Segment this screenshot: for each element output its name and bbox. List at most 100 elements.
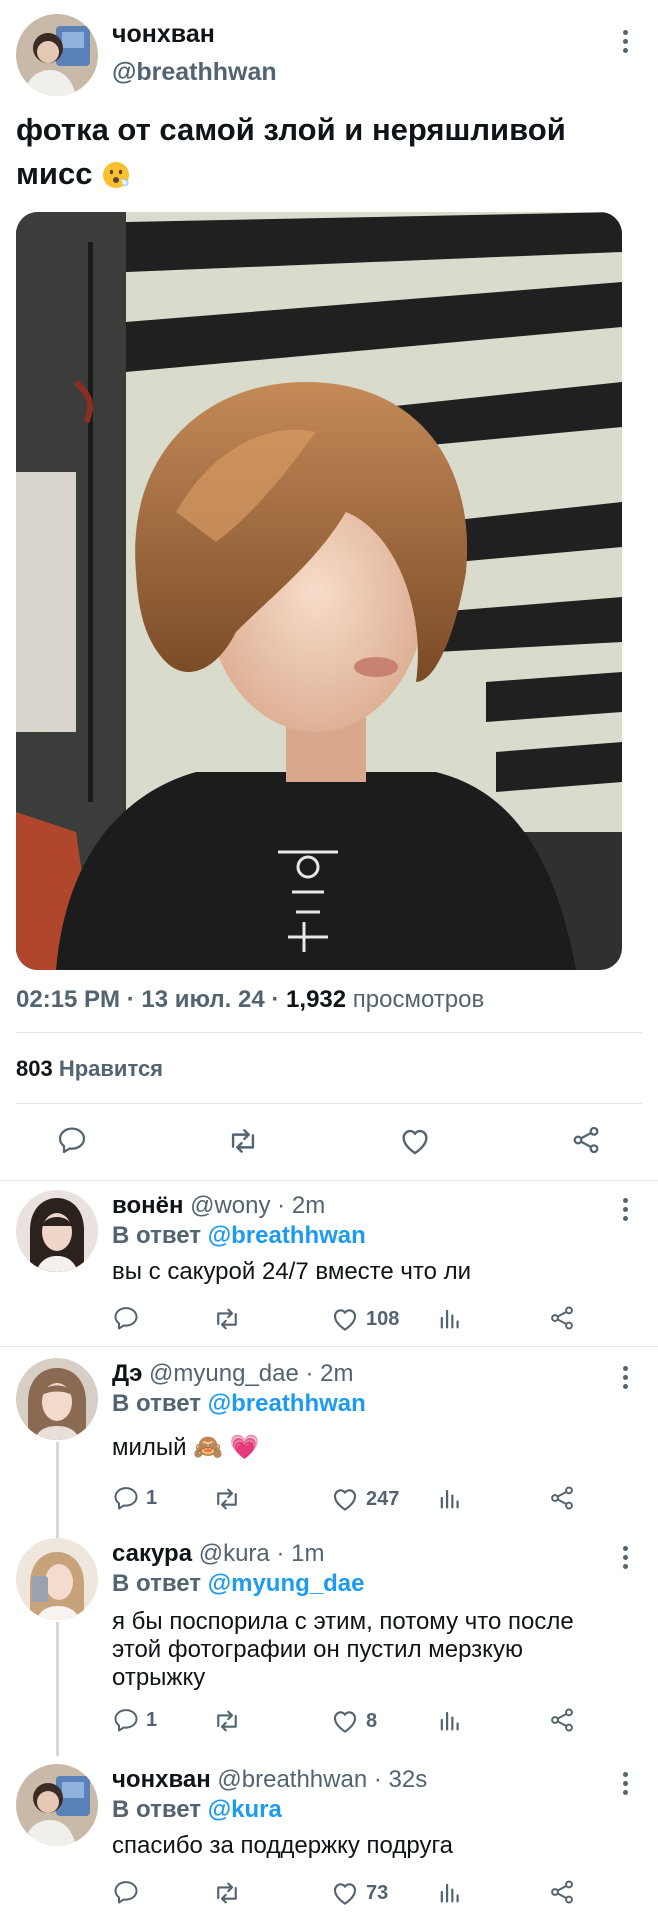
views-label: просмотров bbox=[352, 986, 485, 1013]
retweet-icon bbox=[212, 1304, 242, 1334]
stats-icon bbox=[436, 1304, 464, 1332]
reply-author-handle[interactable]: @wony bbox=[190, 1192, 270, 1219]
like-button[interactable]: 8 bbox=[330, 1706, 377, 1736]
share-icon bbox=[548, 1878, 576, 1906]
reply-tweet[interactable]: Дэ @myung_dae · 2m В ответ @breathhwan м… bbox=[0, 1356, 658, 1524]
reply-button[interactable] bbox=[112, 1304, 146, 1332]
reply-action-bar: 108 bbox=[112, 1304, 582, 1336]
reply-button[interactable]: 1 bbox=[112, 1484, 157, 1512]
replying-to-handle[interactable]: @breathhwan bbox=[208, 1222, 366, 1249]
more-options-icon[interactable] bbox=[620, 1772, 630, 1795]
monkey-heart-emoji: 🙈 💗 bbox=[193, 1434, 260, 1461]
stats-icon bbox=[436, 1484, 464, 1512]
share-icon bbox=[548, 1706, 576, 1734]
reply-author-handle[interactable]: @myung_dae bbox=[149, 1360, 299, 1387]
reply-header: чонхван @breathhwan · 32s bbox=[112, 1766, 428, 1793]
heart-icon bbox=[330, 1878, 360, 1908]
reply-action-bar: 1 247 bbox=[112, 1484, 582, 1516]
author-avatar[interactable] bbox=[16, 14, 98, 96]
reply-author-handle[interactable]: @breathhwan bbox=[217, 1766, 367, 1793]
replying-to-handle[interactable]: @breathhwan bbox=[208, 1390, 366, 1417]
author-name[interactable]: чонхван bbox=[112, 20, 215, 49]
reply-text: вы с сакурой 24/7 вместе что ли bbox=[112, 1258, 472, 1285]
reply-header: вонён @wony · 2m bbox=[112, 1192, 326, 1219]
tweet-meta: 02:15 PM · 13 июл. 24 · 1,932 просмотров bbox=[16, 986, 485, 1013]
like-button[interactable]: 108 bbox=[330, 1304, 399, 1334]
tweet-date: 13 июл. 24 bbox=[141, 986, 265, 1013]
share-icon bbox=[548, 1484, 576, 1512]
reply-tweet[interactable]: сакура @kura · 1m В ответ @myung_dae я б… bbox=[0, 1536, 658, 1746]
tweet-photo[interactable] bbox=[16, 212, 622, 970]
stats-button[interactable] bbox=[436, 1304, 464, 1332]
reply-text: милый 🙈 💗 bbox=[112, 1434, 260, 1461]
heart-icon bbox=[330, 1484, 360, 1514]
reply-avatar[interactable] bbox=[16, 1190, 98, 1272]
reply-time: 2m bbox=[291, 1192, 326, 1219]
reply-button[interactable] bbox=[112, 1878, 146, 1906]
retweet-button[interactable] bbox=[212, 1304, 242, 1334]
stats-icon bbox=[436, 1706, 464, 1734]
like-button[interactable]: 73 bbox=[330, 1878, 388, 1908]
replying-to-handle[interactable]: @kura bbox=[208, 1796, 282, 1823]
reply-author-name[interactable]: вонён bbox=[112, 1192, 183, 1219]
reply-author-name[interactable]: чонхван bbox=[112, 1766, 211, 1793]
retweet-icon bbox=[212, 1878, 242, 1908]
retweet-icon bbox=[212, 1484, 242, 1514]
stats-icon bbox=[436, 1878, 464, 1906]
reply-icon bbox=[112, 1484, 140, 1512]
more-options-icon[interactable] bbox=[620, 1198, 630, 1221]
reply-avatar[interactable] bbox=[16, 1538, 98, 1620]
likes-count: 803 bbox=[16, 1056, 53, 1081]
reply-author-handle[interactable]: @kura bbox=[199, 1540, 270, 1567]
reply-tweet[interactable]: вонён @wony · 2m В ответ @breathhwan вы … bbox=[0, 1186, 658, 1346]
reply-action-bar: 1 8 bbox=[112, 1706, 582, 1738]
reply-author-name[interactable]: сакура bbox=[112, 1540, 192, 1567]
share-button[interactable] bbox=[548, 1484, 576, 1512]
tweet-text: фотка от самой злой и неряшливой мисс bbox=[16, 108, 636, 202]
reply-button[interactable]: 1 bbox=[112, 1706, 157, 1734]
stats-button[interactable] bbox=[436, 1878, 464, 1906]
more-options-icon[interactable] bbox=[620, 1546, 630, 1569]
reply-avatar[interactable] bbox=[16, 1358, 98, 1440]
likes-summary[interactable]: 803 Нравится bbox=[16, 1056, 163, 1082]
reply-header: сакура @kura · 1m bbox=[112, 1540, 325, 1567]
reply-header: Дэ @myung_dae · 2m bbox=[112, 1360, 354, 1387]
share-button[interactable] bbox=[548, 1878, 576, 1906]
retweet-icon[interactable] bbox=[226, 1124, 260, 1158]
like-button[interactable]: 247 bbox=[330, 1484, 399, 1514]
reply-avatar[interactable] bbox=[16, 1764, 98, 1846]
share-button[interactable] bbox=[548, 1304, 576, 1332]
replying-to: В ответ @kura bbox=[112, 1796, 282, 1823]
stats-button[interactable] bbox=[436, 1484, 464, 1512]
share-button[interactable] bbox=[548, 1706, 576, 1734]
replying-to-handle[interactable]: @myung_dae bbox=[208, 1570, 365, 1597]
reply-text: спасибо за поддержку подруга bbox=[112, 1832, 454, 1859]
retweet-button[interactable] bbox=[212, 1484, 242, 1514]
divider bbox=[0, 1180, 658, 1181]
divider bbox=[16, 1103, 642, 1104]
share-icon[interactable] bbox=[570, 1124, 602, 1156]
main-tweet: чонхван @breathhwan фотка от самой злой … bbox=[0, 0, 658, 1180]
stats-button[interactable] bbox=[436, 1706, 464, 1734]
divider bbox=[16, 1032, 642, 1033]
reply-action-bar: 73 bbox=[112, 1878, 582, 1910]
reply-time: 2m bbox=[320, 1360, 354, 1387]
author-handle[interactable]: @breathhwan bbox=[112, 58, 277, 87]
reply-time: 32s bbox=[388, 1766, 428, 1793]
more-options-icon[interactable] bbox=[620, 1366, 630, 1389]
reply-icon bbox=[112, 1304, 140, 1332]
reply-tweet[interactable]: чонхван @breathhwan · 32s В ответ @kura … bbox=[0, 1762, 658, 1920]
more-options-icon[interactable] bbox=[620, 30, 630, 53]
heart-icon bbox=[330, 1304, 360, 1334]
retweet-button[interactable] bbox=[212, 1878, 242, 1908]
reply-icon[interactable] bbox=[56, 1124, 88, 1156]
reply-time: 1m bbox=[291, 1540, 325, 1567]
share-icon bbox=[548, 1304, 576, 1332]
retweet-button[interactable] bbox=[212, 1706, 242, 1736]
tweet-text-content: фотка от самой злой и неряшливой мисс bbox=[16, 112, 566, 191]
replying-to: В ответ @breathhwan bbox=[112, 1390, 366, 1417]
reply-author-name[interactable]: Дэ bbox=[112, 1360, 142, 1387]
divider bbox=[0, 1346, 658, 1347]
main-action-bar bbox=[0, 1118, 658, 1164]
heart-icon[interactable] bbox=[398, 1124, 432, 1158]
